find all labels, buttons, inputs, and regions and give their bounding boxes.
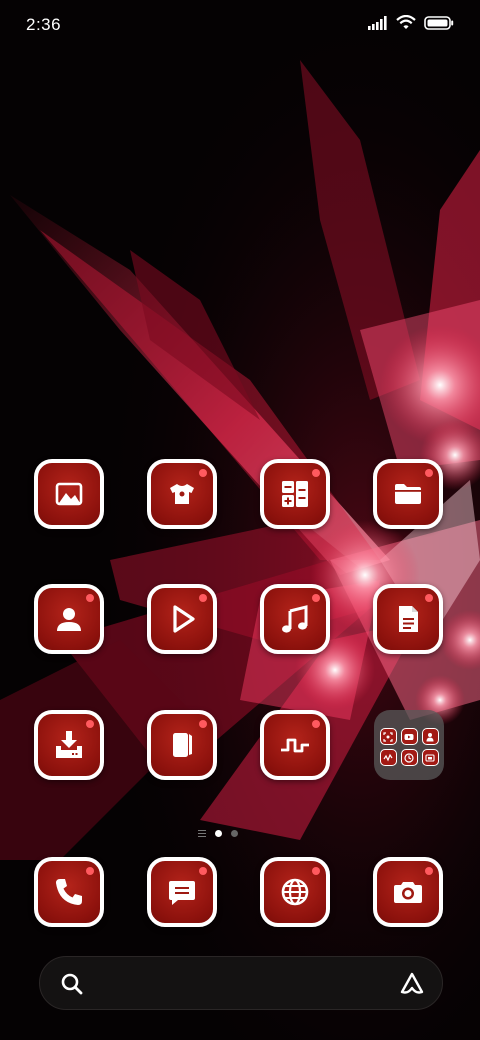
- music-app-icon[interactable]: [260, 584, 330, 654]
- assistant-icon[interactable]: [399, 971, 425, 997]
- search-input[interactable]: [96, 967, 370, 1001]
- camera-icon: [394, 882, 422, 903]
- search-bar[interactable]: [39, 956, 443, 1010]
- calculator-icon: [282, 481, 308, 507]
- contacts-app-icon[interactable]: [34, 584, 104, 654]
- file-manager-app-icon[interactable]: [373, 459, 443, 529]
- clock-icon: [400, 749, 418, 766]
- notification-badge: [199, 720, 207, 728]
- search-icon: [61, 973, 83, 995]
- messages-icon: [169, 881, 195, 905]
- cleaner-icon: [173, 733, 192, 757]
- screen-recorder-icon: [379, 728, 397, 745]
- notification-badge: [199, 867, 207, 875]
- notification-badge: [199, 469, 207, 477]
- page-dot: [231, 830, 238, 837]
- themes-icon: [170, 484, 194, 504]
- contacts-icon: [57, 608, 81, 631]
- phone-app-icon[interactable]: [34, 857, 104, 927]
- app-folder[interactable]: [374, 710, 444, 780]
- home-screen-apps: [0, 0, 480, 1040]
- app-vault-app-icon[interactable]: [260, 710, 330, 780]
- notification-badge: [86, 867, 94, 875]
- messages-app-icon[interactable]: [147, 857, 217, 927]
- notification-badge: [425, 867, 433, 875]
- phone-icon: [56, 879, 82, 905]
- notification-badge: [86, 594, 94, 602]
- youtube-icon: [400, 728, 418, 745]
- gallery-icon: [55, 482, 83, 506]
- calculator-app-icon[interactable]: [260, 459, 330, 529]
- video-player-icon: [173, 605, 195, 633]
- notification-badge: [425, 469, 433, 477]
- notification-badge: [312, 469, 320, 477]
- mi-video-icon: [421, 749, 439, 766]
- page-indicator[interactable]: [198, 830, 238, 837]
- video-player-app-icon[interactable]: [147, 584, 217, 654]
- cleaner-app-icon[interactable]: [147, 710, 217, 780]
- notification-badge: [312, 594, 320, 602]
- notification-badge: [86, 720, 94, 728]
- browser-icon: [281, 878, 309, 906]
- notes-icon: [399, 606, 418, 632]
- page-dot-active: [215, 830, 222, 837]
- notes-app-icon[interactable]: [373, 584, 443, 654]
- compass-icon: [379, 749, 397, 766]
- notification-badge: [312, 867, 320, 875]
- camera-app-icon[interactable]: [373, 857, 443, 927]
- notification-badge: [312, 720, 320, 728]
- themes-app-icon[interactable]: [147, 459, 217, 529]
- security-icon: [421, 728, 439, 745]
- app-vault-icon: [281, 738, 309, 753]
- browser-app-icon[interactable]: [260, 857, 330, 927]
- file-manager-icon: [395, 484, 421, 504]
- downloads-icon: [56, 731, 82, 758]
- notification-badge: [199, 594, 207, 602]
- music-icon: [282, 605, 308, 633]
- feed-page-indicator: [198, 830, 206, 837]
- gallery-app-icon[interactable]: [34, 459, 104, 529]
- notification-badge: [425, 594, 433, 602]
- downloads-app-icon[interactable]: [34, 710, 104, 780]
